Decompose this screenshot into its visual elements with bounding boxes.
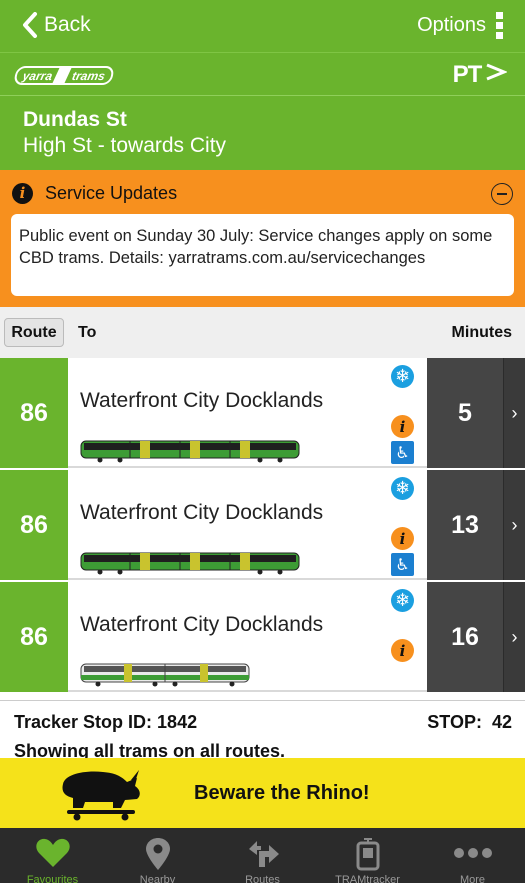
back-label: Back: [44, 13, 91, 36]
tracker-stop-id: Tracker Stop ID: 1842: [14, 712, 198, 732]
back-button[interactable]: Back: [22, 8, 91, 42]
route-number: 86: [0, 470, 68, 580]
tracker-info: Tracker Stop ID: 1842 STOP: 42 Showing a…: [0, 700, 525, 761]
minutes-value: 5: [427, 358, 503, 468]
stop-number: STOP: 42: [427, 712, 512, 732]
service-updates-header[interactable]: i Service Updates: [12, 180, 177, 206]
stop-direction: High St - towards City: [23, 134, 227, 157]
route-number: 86: [0, 582, 68, 692]
collapse-minus-icon[interactable]: [491, 183, 513, 205]
e-class-tram-icon: [80, 440, 300, 463]
rhino-banner[interactable]: Beware the Rhino!: [0, 758, 525, 828]
arrivals-table-header: Route To Minutes: [0, 307, 525, 358]
options-label: Options: [417, 13, 486, 36]
disruption-info-icon[interactable]: i: [391, 527, 414, 550]
tab-label: Routes: [245, 874, 280, 883]
destination: Waterfront City Docklands: [80, 501, 324, 524]
service-updates-panel: i Service Updates Public event on Sunday…: [0, 170, 525, 307]
tab-label: Nearby: [139, 874, 176, 883]
tab-more[interactable]: More: [420, 828, 525, 883]
chevron-right-icon[interactable]: ›: [503, 582, 525, 692]
map-pin-icon: [145, 838, 170, 870]
destination: Waterfront City Docklands: [80, 613, 324, 636]
tab-tramtracker[interactable]: TRAMtracker: [315, 828, 420, 883]
tab-nearby[interactable]: Nearby: [105, 828, 210, 883]
wheelchair-icon: ♿: [391, 553, 414, 576]
air-conditioning-icon[interactable]: ❄: [391, 477, 414, 500]
route-arrows-icon: [248, 841, 279, 867]
service-update-message: Public event on Sunday 30 July: Service …: [11, 214, 514, 296]
more-dots-icon: [453, 848, 492, 858]
tab-bar: Favourites Nearby Routes TRAMtracker Mor…: [0, 828, 525, 883]
info-icon: i: [12, 182, 33, 204]
service-updates-title: Service Updates: [45, 182, 178, 203]
tab-routes[interactable]: Routes: [210, 828, 315, 883]
arrival-row[interactable]: 86 Waterfront City Docklands ❄ i ♿ 5 ›: [0, 358, 525, 468]
tab-label: TRAMtracker: [335, 874, 400, 883]
stop-header: Dundas St High St - towards City: [0, 96, 525, 170]
route-number: 86: [0, 358, 68, 468]
e-class-tram-icon: [80, 552, 300, 575]
to-column-header: To: [78, 324, 97, 341]
wheelchair-icon: ♿: [391, 441, 414, 464]
minutes-value: 16: [427, 582, 503, 692]
arrival-row[interactable]: 86 Waterfront City Docklands ❄ i ♿ 13 ›: [0, 470, 525, 580]
tram-phone-icon: [356, 838, 379, 871]
stop-name: Dundas St: [23, 108, 127, 131]
air-conditioning-icon[interactable]: ❄: [391, 589, 414, 612]
disruption-info-icon[interactable]: i: [391, 415, 414, 438]
b-class-tram-icon: [80, 663, 250, 687]
disruption-info-icon[interactable]: i: [391, 639, 414, 662]
destination: Waterfront City Docklands: [80, 389, 324, 412]
brand-bar: yarra trams PT: [0, 52, 525, 96]
minutes-column-header: Minutes: [451, 324, 512, 341]
chevron-right-icon[interactable]: ›: [503, 470, 525, 580]
minutes-value: 13: [427, 470, 503, 580]
more-vertical-icon: [496, 11, 503, 39]
tab-label: Favourites: [26, 874, 79, 883]
tab-label: More: [459, 874, 486, 883]
chevron-right-icon[interactable]: ›: [503, 358, 525, 468]
air-conditioning-icon[interactable]: ❄: [391, 365, 414, 388]
route-sort-button[interactable]: Route: [4, 318, 64, 347]
chevron-left-icon: [23, 12, 37, 38]
nav-bar: Back Options: [0, 0, 525, 52]
heart-icon: [35, 838, 70, 867]
options-button[interactable]: Options: [417, 10, 503, 40]
yarra-trams-logo: yarra trams: [12, 66, 116, 85]
rhino-skateboard-icon: [62, 770, 140, 821]
arrival-row[interactable]: 86 Waterfront City Docklands ❄ i 16 ›: [0, 582, 525, 692]
tab-favourites[interactable]: Favourites: [0, 828, 105, 883]
banner-text: Beware the Rhino!: [194, 782, 370, 804]
pt-logo: PT: [453, 61, 508, 89]
